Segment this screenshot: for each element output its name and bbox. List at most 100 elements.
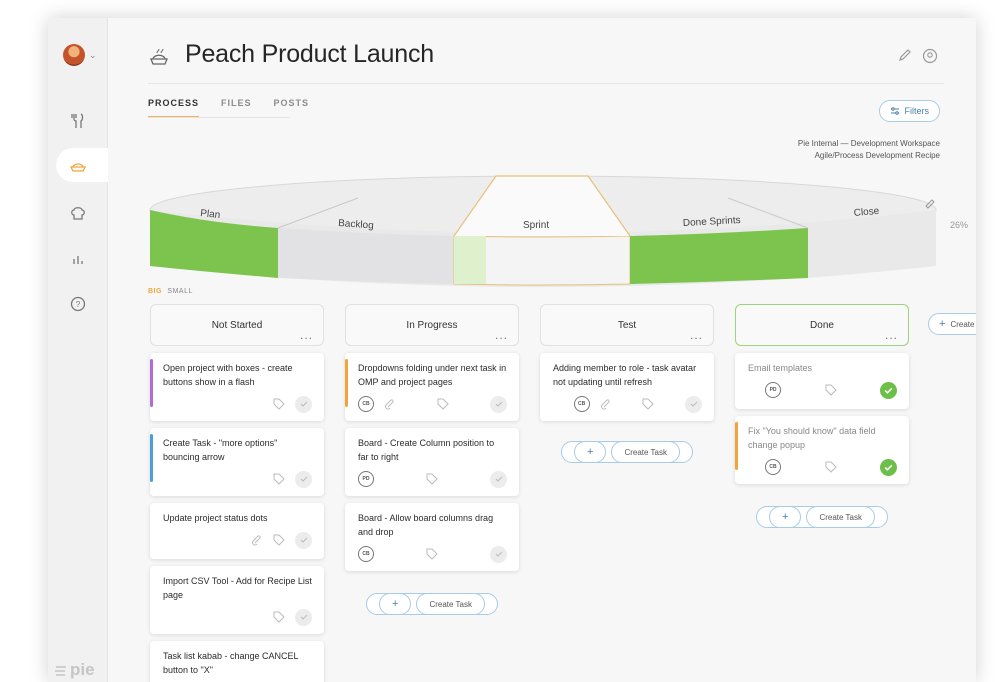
card-title: Dropdowns folding under next task in OMP… (358, 363, 507, 387)
complete-check-icon[interactable] (295, 608, 312, 626)
more-options-icon[interactable]: ... (690, 329, 703, 341)
bar-chart-icon[interactable] (65, 246, 91, 272)
stage-sprint-label[interactable]: Sprint (523, 220, 549, 231)
card-title: Board - Allow board columns drag and dro… (358, 513, 494, 537)
column-header[interactable]: Test ... (540, 304, 714, 346)
plus-icon: + (574, 441, 607, 463)
card-title: Adding member to role - task avatar not … (553, 363, 697, 387)
complete-check-icon[interactable] (295, 470, 312, 488)
workspace-info: Pie Internal — Development Workspace Agi… (798, 138, 940, 162)
complete-check-icon[interactable] (295, 531, 312, 549)
tag-icon[interactable] (273, 473, 285, 485)
progress-percent: 26% (949, 220, 968, 230)
column-header[interactable]: Not Started ... (150, 304, 324, 346)
stage-plan-label[interactable]: Plan (200, 208, 221, 221)
tag-icon[interactable] (642, 398, 655, 410)
column-header[interactable]: In Progress ... (345, 304, 519, 346)
process-ring: Plan Backlog Sprint Done Sprints Close (149, 175, 937, 287)
tag-icon[interactable] (437, 398, 449, 410)
task-card[interactable]: Open project with boxes - create buttons… (150, 353, 324, 421)
assignee-avatar[interactable]: CB (765, 459, 782, 475)
more-options-icon[interactable]: ... (885, 329, 898, 341)
completed-check-icon[interactable] (880, 381, 898, 399)
stage-done-sprints-fill[interactable] (630, 228, 808, 284)
create-task-label: Create Task (806, 506, 875, 528)
card-title: Update project status dots (163, 513, 268, 523)
plus-icon: + (769, 506, 802, 528)
stage-backlog-fill[interactable] (278, 228, 454, 284)
paperclip-icon[interactable] (251, 534, 263, 546)
assignee-avatar[interactable]: CB (573, 396, 590, 412)
tag-icon[interactable] (273, 398, 285, 410)
task-card[interactable]: Update project status dots (150, 503, 324, 559)
complete-check-icon[interactable] (490, 395, 507, 413)
task-card[interactable]: Task list kabab - change CANCEL button t… (150, 641, 324, 682)
filters-button[interactable]: Filters (878, 100, 940, 122)
complete-check-icon[interactable] (295, 395, 312, 413)
stage-close-label[interactable]: Close (853, 206, 880, 219)
paperclip-icon[interactable] (384, 398, 396, 410)
pie-icon[interactable] (65, 152, 91, 178)
task-card[interactable]: Fix "You should know" data field change … (735, 416, 909, 484)
card-title: Create Task - "more options" bouncing ar… (163, 438, 278, 462)
task-card[interactable]: Import CSV Tool - Add for Recipe List pa… (150, 566, 324, 634)
more-options-icon[interactable]: ... (495, 329, 508, 341)
size-big-option[interactable]: BIG (148, 288, 162, 295)
more-options-icon[interactable]: ... (300, 329, 313, 341)
pie-dish-icon (150, 48, 168, 65)
workspace-name: Pie Internal — Development Workspace (797, 139, 940, 148)
column-header[interactable]: Done ... (735, 304, 909, 346)
chef-hat-icon[interactable] (65, 200, 91, 226)
task-card[interactable]: Board - Create Column position to far to… (345, 428, 519, 496)
complete-check-icon[interactable] (490, 545, 507, 563)
card-title: Open project with boxes - create buttons… (163, 363, 293, 387)
create-column-button[interactable]: + Create (928, 313, 976, 335)
assignee-avatar[interactable]: CB (358, 546, 374, 562)
assignee-avatar[interactable]: PD (765, 382, 782, 398)
tag-icon[interactable] (825, 461, 837, 473)
card-title: Fix "You should know" data field change … (748, 426, 876, 450)
assignee-avatar[interactable]: CB (358, 396, 374, 412)
card-accent (150, 434, 153, 482)
create-task-button[interactable]: + Create Task (735, 506, 909, 528)
card-size-toggle: BIG SMALL (148, 288, 193, 295)
tag-icon[interactable] (825, 384, 837, 396)
card-accent (735, 422, 738, 470)
tag-icon[interactable] (426, 548, 438, 560)
tab-files[interactable]: FILES (221, 98, 252, 118)
page-title: Peach Product Launch (185, 40, 434, 68)
complete-check-icon[interactable] (490, 470, 507, 488)
recipe-name: Agile/Process Development Recipe (814, 151, 940, 160)
sidebar: ⌄ ? pie (48, 18, 108, 682)
create-column-label: Create (950, 319, 975, 329)
size-small-option[interactable]: SMALL (167, 288, 192, 295)
tab-process[interactable]: PROCESS (148, 98, 200, 118)
assignee-avatar[interactable]: PD (358, 471, 374, 487)
task-card[interactable]: Adding member to role - task avatar not … (540, 353, 714, 421)
chevron-down-icon[interactable]: ⌄ (89, 50, 97, 61)
task-card[interactable]: Board - Allow board columns drag and dro… (345, 503, 519, 571)
paperclip-icon[interactable] (600, 398, 612, 410)
completed-check-icon[interactable] (880, 458, 898, 476)
tag-icon[interactable] (273, 611, 285, 623)
utensils-icon[interactable] (65, 108, 91, 134)
user-menu[interactable]: ⌄ (63, 44, 97, 66)
complete-check-icon[interactable] (685, 395, 703, 413)
filter-icon (890, 107, 899, 115)
task-card[interactable]: Email templates PD (735, 353, 909, 409)
task-card[interactable]: Create Task - "more options" bouncing ar… (150, 428, 324, 496)
sprint-progress (454, 236, 486, 284)
avatar[interactable] (63, 44, 85, 66)
create-task-button[interactable]: + Create Task (540, 441, 714, 463)
help-icon[interactable]: ? (65, 291, 91, 317)
tab-posts[interactable]: POSTS (274, 98, 310, 118)
tag-icon[interactable] (273, 534, 285, 546)
pie-logo-icon (55, 666, 66, 676)
create-task-label: Create Task (611, 441, 680, 463)
card-accent (345, 359, 348, 407)
tag-icon[interactable] (426, 473, 438, 485)
task-card[interactable]: Dropdowns folding under next task in OMP… (345, 353, 519, 421)
pencil-icon[interactable] (898, 48, 912, 62)
create-task-button[interactable]: + Create Task (345, 593, 519, 615)
user-icon[interactable] (922, 48, 938, 64)
